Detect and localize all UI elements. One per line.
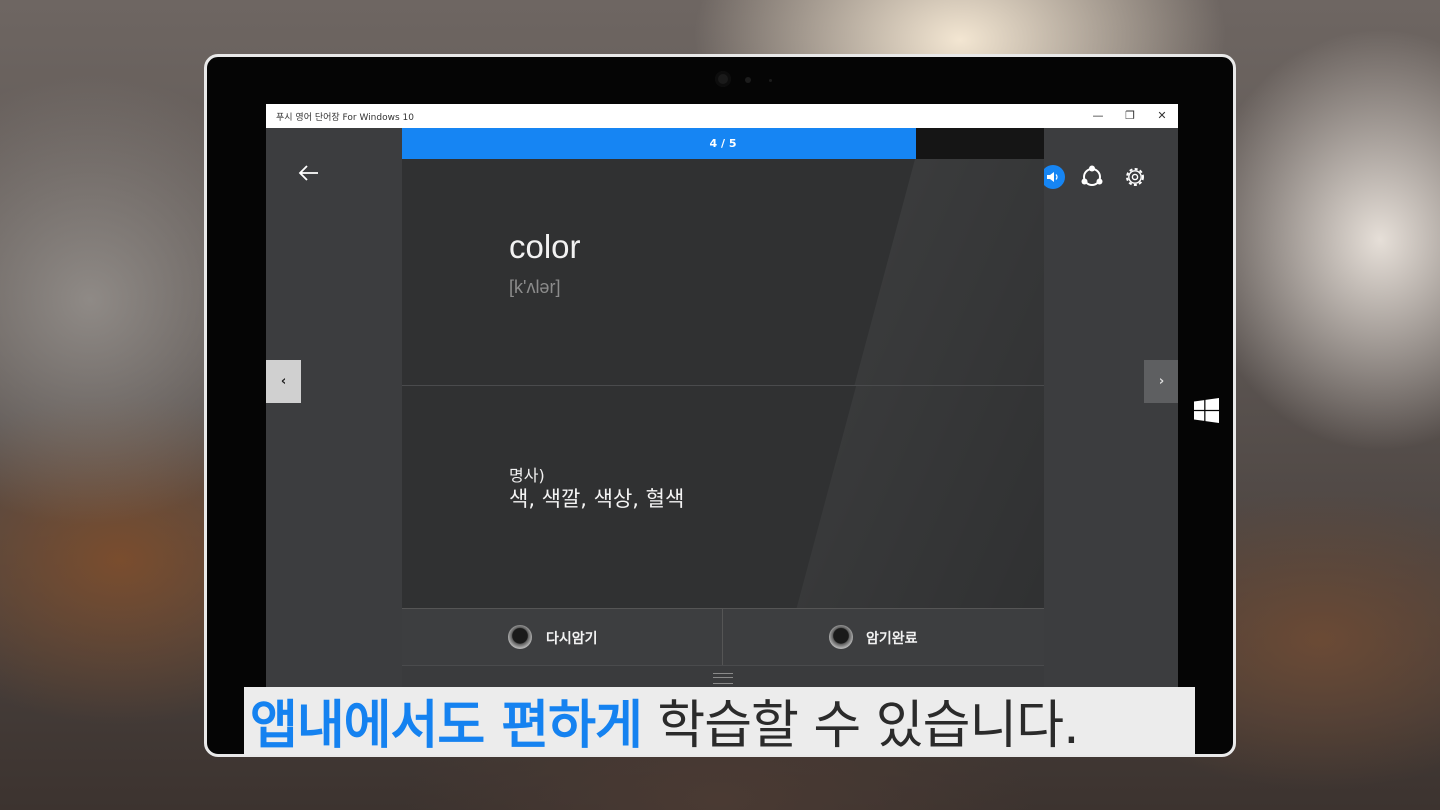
memorized-button[interactable]: 암기완료	[723, 609, 1043, 666]
caption-text: 앱내에서도 편하게 학습할 수 있습니다.	[250, 683, 1080, 758]
promo-caption: 앱내에서도 편하게 학습할 수 있습니다.	[244, 687, 1195, 756]
tablet-device: 푸시 영어 단어장 For Windows 10 — ❐ ✕ ‹ › 4 / 5…	[204, 54, 1236, 757]
caption-rest: 학습할 수 있습니다.	[641, 696, 1079, 756]
app-screen: 푸시 영어 단어장 For Windows 10 — ❐ ✕ ‹ › 4 / 5…	[266, 104, 1178, 704]
gear-icon[interactable]	[1122, 164, 1148, 190]
share-icon[interactable]	[1079, 164, 1105, 190]
left-pane	[266, 128, 402, 704]
card-sheen	[738, 159, 1044, 385]
card-sheen	[738, 386, 1044, 608]
prev-card-button[interactable]: ‹	[266, 360, 301, 403]
review-again-button[interactable]: 다시암기	[402, 609, 723, 666]
pronunciation-text: [k'ʌlər]	[509, 277, 561, 297]
radio-icon	[829, 625, 853, 649]
app-body: ‹ › 4 / 5 color [k'ʌlər] 명사) 색, 색깔, 색상, …	[266, 128, 1178, 704]
window-titlebar: 푸시 영어 단어장 For Windows 10 — ❐ ✕	[266, 104, 1178, 128]
caption-highlight: 앱내에서도 편하게	[250, 696, 643, 756]
rating-bar: 다시암기 암기완료	[402, 608, 1044, 666]
next-card-button[interactable]: ›	[1144, 360, 1178, 403]
right-pane	[1041, 128, 1178, 704]
sensor-dot-small	[769, 79, 772, 82]
sensor-dot	[745, 77, 751, 83]
memorized-label: 암기완료	[866, 631, 918, 647]
camera-icon	[715, 71, 731, 87]
minimize-button[interactable]: —	[1081, 104, 1115, 128]
review-again-label: 다시암기	[546, 631, 598, 647]
close-button[interactable]: ✕	[1145, 104, 1178, 128]
window-title: 푸시 영어 단어장 For Windows 10	[276, 113, 414, 123]
meaning-text: 색, 색깔, 색상, 혈색	[509, 487, 685, 511]
progress-bar: 4 / 5	[402, 128, 1044, 159]
progress-label: 4 / 5	[709, 137, 737, 150]
meaning-card[interactable]: 명사) 색, 색깔, 색상, 혈색	[402, 386, 1044, 608]
back-arrow-icon[interactable]	[296, 160, 322, 186]
word-text: color	[509, 228, 581, 265]
word-card[interactable]: color [k'ʌlər]	[402, 159, 1044, 386]
radio-icon	[508, 625, 532, 649]
windows-logo-icon[interactable]	[1194, 398, 1219, 423]
restore-button[interactable]: ❐	[1113, 104, 1147, 128]
